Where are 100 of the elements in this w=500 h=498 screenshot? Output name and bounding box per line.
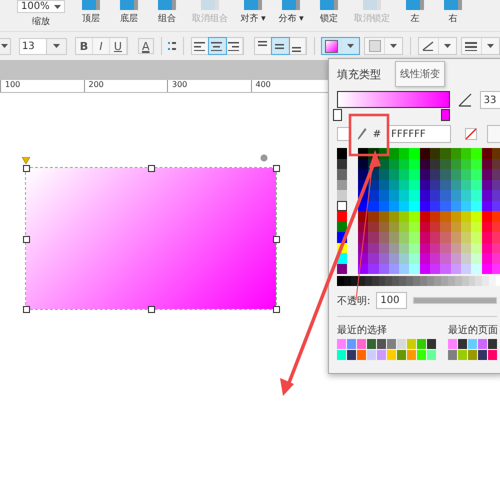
line-weight-icon [465,41,478,51]
color-swatch[interactable] [367,350,376,360]
text-style-button[interactable]: U [110,38,127,54]
color-swatch[interactable] [377,350,386,360]
color-swatch[interactable] [417,350,426,360]
align-lines-icon [228,42,240,50]
basic-color-column[interactable] [337,148,347,274]
color-swatch[interactable] [367,339,376,349]
color-swatch[interactable] [488,339,497,349]
tool-label[interactable]: 组合 [158,12,176,25]
valign-button[interactable] [272,38,289,54]
selection-handle[interactable] [148,165,155,172]
bullet-list-icon[interactable] [168,40,176,52]
no-fill-icon[interactable] [465,128,478,140]
color-swatch[interactable] [357,350,366,360]
caret-icon [444,44,451,48]
tool-label[interactable]: 底层 [120,12,138,25]
text-style-button[interactable]: B [76,38,93,54]
color-swatch[interactable] [488,350,497,360]
eyedropper-icon[interactable] [356,127,367,141]
color-swatch[interactable] [468,350,477,360]
hex-field[interactable]: FFFFFF [387,125,452,143]
opacity-field[interactable]: 100 [376,292,408,309]
color-swatch[interactable] [337,339,346,349]
more-button[interactable] [487,125,500,143]
align-lines-icon [211,42,222,50]
selection-handle[interactable] [273,165,280,172]
color-swatch[interactable] [357,339,366,349]
selection-handle[interactable] [23,306,30,313]
selection-handle[interactable] [23,165,30,172]
tooltip: 线性渐变 [395,61,445,87]
color-swatch[interactable] [448,339,457,349]
selection-handle[interactable] [148,306,155,313]
highlight-frame [348,114,390,156]
color-swatch[interactable] [397,339,406,349]
tool-icon[interactable] [158,0,176,10]
section-label: 最近的页面 [448,324,498,337]
tool-label[interactable]: 右 [448,12,458,25]
color-swatch[interactable] [478,350,487,360]
align-button[interactable] [226,38,243,54]
fill-color-button[interactable] [321,37,360,55]
selection-handle[interactable] [23,236,30,243]
color-palette[interactable] [358,148,500,274]
valign-lines-icon [258,40,268,46]
font-size-dropdown[interactable] [46,38,67,54]
color-swatch[interactable] [387,339,396,349]
color-swatch[interactable] [468,339,477,349]
hash-label: # [372,128,382,140]
ruler-label: 300 [167,80,250,92]
gradient-stop[interactable] [441,109,450,121]
selection-handle[interactable] [273,306,280,313]
color-swatch[interactable] [407,350,416,360]
caret-icon [54,4,61,8]
gradient-editor[interactable] [333,91,450,121]
tool-icon[interactable] [120,0,138,10]
font-size-field[interactable]: 13 [18,38,47,54]
triangle-handle-icon[interactable] [22,157,30,164]
tool-icon[interactable] [444,0,462,10]
color-swatch[interactable] [427,350,436,360]
color-swatch[interactable] [397,350,406,360]
align-button[interactable] [208,38,226,54]
color-swatch[interactable] [337,350,346,360]
align-lines-icon [194,42,206,50]
tool-label[interactable]: 锁定 [320,12,338,25]
line-color-button[interactable] [418,37,457,55]
grayscale-palette[interactable] [337,276,500,286]
color-swatch[interactable] [478,339,487,349]
angle-field[interactable]: 33 [480,91,500,109]
tool-icon[interactable] [282,0,300,10]
tool-label[interactable]: 左 [410,12,420,25]
gradient-stop[interactable] [333,109,342,121]
color-swatch[interactable] [407,339,416,349]
zoom-dropdown[interactable]: 100% [17,0,65,13]
tool-label[interactable]: 对齐 ▾ [240,12,266,25]
valign-lines-icon [275,44,284,48]
shadow-button[interactable] [364,37,404,55]
color-swatch[interactable] [417,339,426,349]
fill-swatch-icon [325,40,338,52]
color-swatch[interactable] [377,339,386,349]
text-color-button[interactable]: A [138,38,154,54]
font-dropdown[interactable] [0,38,11,54]
tool-label[interactable]: 分布 ▾ [278,12,304,25]
color-swatch[interactable] [347,350,356,360]
ruler-label: 100 [0,80,84,92]
color-swatch[interactable] [448,350,457,360]
color-swatch[interactable] [458,339,467,349]
tool-icon[interactable] [244,0,262,10]
tool-label[interactable]: 顶层 [82,12,100,25]
rotate-handle-icon[interactable] [260,154,268,162]
tool-icon[interactable] [406,0,424,10]
color-swatch[interactable] [347,339,356,349]
color-swatch[interactable] [387,350,396,360]
line-weight-button[interactable] [460,37,500,55]
color-swatch[interactable] [458,350,467,360]
selection-handle[interactable] [273,236,280,243]
text-style-button[interactable]: I [92,38,110,54]
tool-icon[interactable] [82,0,100,10]
caret-icon [347,44,354,48]
tool-icon[interactable] [320,0,338,10]
color-swatch[interactable] [427,339,436,349]
